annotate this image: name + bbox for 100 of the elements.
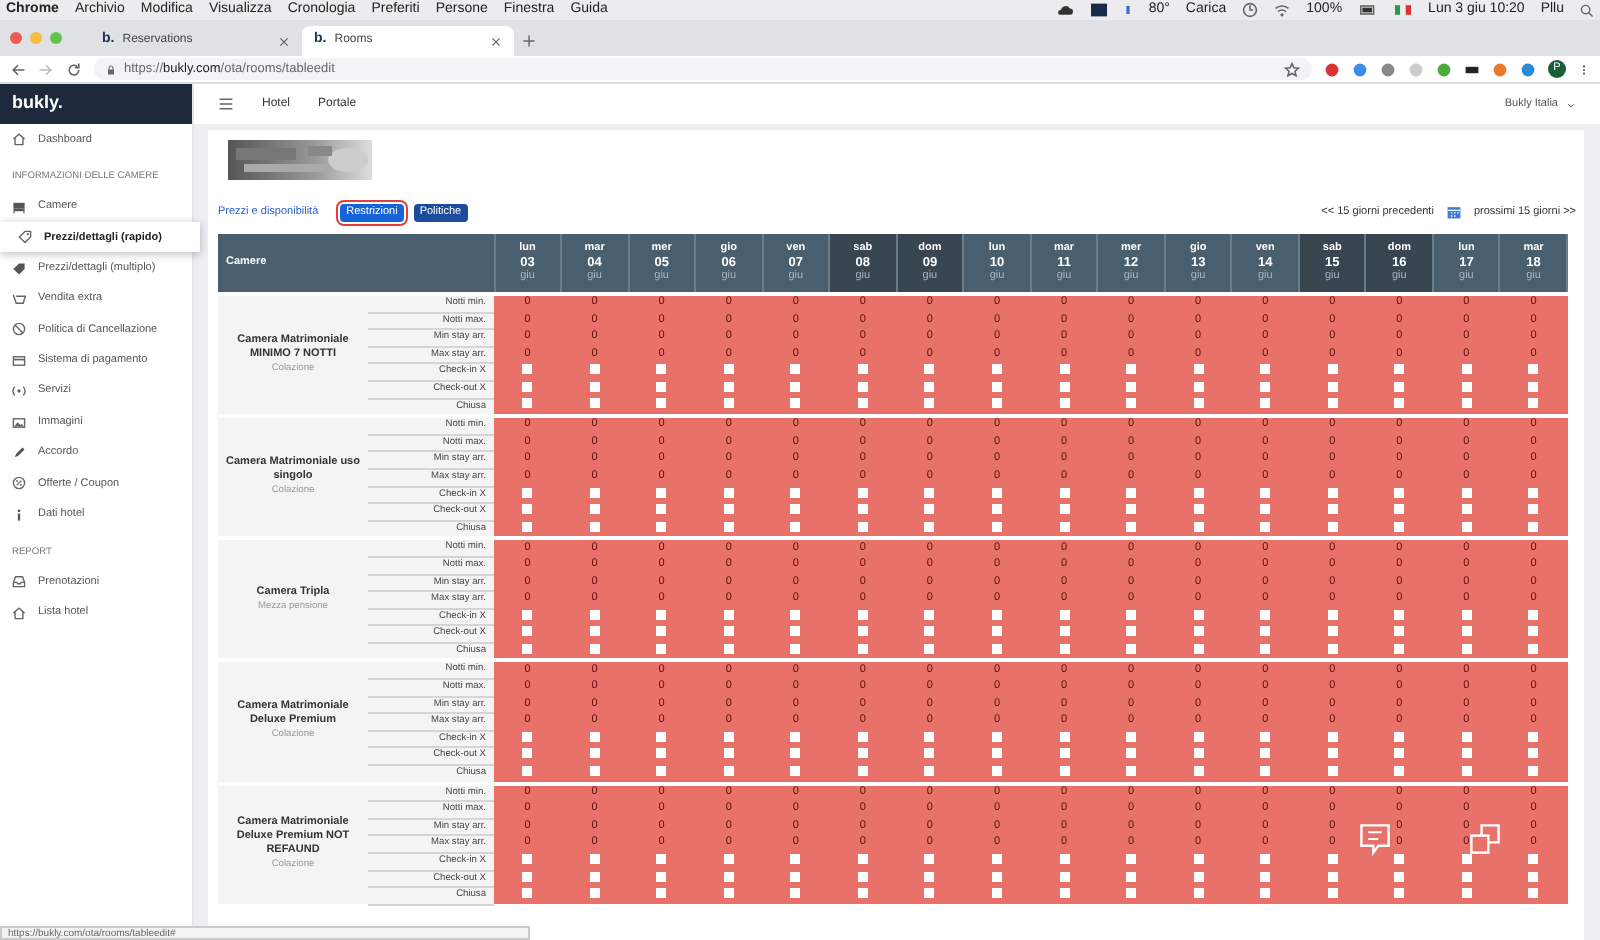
checkbox[interactable] [1528,504,1539,515]
checkbox[interactable] [1528,731,1539,742]
checkbox[interactable] [522,748,533,759]
checkbox[interactable] [991,748,1002,759]
checkbox[interactable] [1126,487,1137,498]
checkbox[interactable] [522,504,533,515]
checkbox[interactable] [1394,643,1405,654]
checkbox[interactable] [790,765,801,776]
checkbox[interactable] [1126,888,1137,899]
checkbox[interactable] [656,748,667,759]
checkbox[interactable] [1327,504,1338,515]
checkbox[interactable] [924,487,935,498]
checkbox[interactable] [656,765,667,776]
checkbox[interactable] [1126,521,1137,532]
checkbox[interactable] [723,731,734,742]
pop-out-icon[interactable] [1468,822,1502,856]
checkbox[interactable] [1260,888,1271,899]
checkbox[interactable] [924,504,935,515]
checkbox[interactable] [1528,487,1539,498]
checkbox[interactable] [656,626,667,637]
checkbox[interactable] [1394,765,1405,776]
checkbox[interactable] [1327,398,1338,409]
checkbox[interactable] [1394,504,1405,515]
checkbox[interactable] [1193,643,1204,654]
cloud-icon[interactable] [1056,2,1075,18]
checkbox[interactable] [522,364,533,375]
checkbox[interactable] [1394,487,1405,498]
checkbox[interactable] [1528,888,1539,899]
checkbox[interactable] [1327,765,1338,776]
checkbox[interactable] [589,854,600,865]
checkbox[interactable] [857,765,868,776]
checkbox[interactable] [1260,643,1271,654]
checkbox[interactable] [1394,731,1405,742]
checkbox[interactable] [589,609,600,620]
checkbox[interactable] [1193,398,1204,409]
checkbox[interactable] [1126,748,1137,759]
checkbox[interactable] [1260,487,1271,498]
checkbox[interactable] [723,643,734,654]
checkbox[interactable] [991,521,1002,532]
checkbox[interactable] [1327,382,1338,393]
checkbox[interactable] [857,888,868,899]
checkbox[interactable] [1394,748,1405,759]
back-icon[interactable] [10,61,26,77]
checkbox[interactable] [656,504,667,515]
checkbox[interactable] [1193,888,1204,899]
checkbox[interactable] [1327,609,1338,620]
checkbox[interactable] [924,871,935,882]
checkbox[interactable] [1193,854,1204,865]
checkbox[interactable] [924,521,935,532]
checkbox[interactable] [1260,748,1271,759]
checkbox[interactable] [1461,854,1472,865]
checkbox[interactable] [1528,643,1539,654]
checkbox[interactable] [656,871,667,882]
checkbox[interactable] [1059,382,1070,393]
checkbox[interactable] [991,888,1002,899]
checkbox[interactable] [1528,609,1539,620]
checkbox[interactable] [1528,748,1539,759]
checkbox[interactable] [1059,626,1070,637]
checkbox[interactable] [656,521,667,532]
checkbox[interactable] [1126,765,1137,776]
checkbox[interactable] [1528,765,1539,776]
checkbox[interactable] [522,609,533,620]
checkbox[interactable] [723,888,734,899]
checkbox[interactable] [723,398,734,409]
checkbox[interactable] [1461,398,1472,409]
checkbox[interactable] [1059,765,1070,776]
checkbox[interactable] [857,854,868,865]
checkbox[interactable] [1260,609,1271,620]
checkbox[interactable] [1260,382,1271,393]
checkbox[interactable] [1193,731,1204,742]
checkbox[interactable] [790,487,801,498]
checkbox[interactable] [924,765,935,776]
checkbox[interactable] [991,871,1002,882]
checkbox[interactable] [723,854,734,865]
checkbox[interactable] [656,487,667,498]
checkbox[interactable] [1126,626,1137,637]
checkbox[interactable] [857,731,868,742]
checkbox[interactable] [656,609,667,620]
checkbox[interactable] [790,364,801,375]
checkbox[interactable] [589,487,600,498]
checkbox[interactable] [1327,521,1338,532]
checkbox[interactable] [1327,626,1338,637]
checkbox[interactable] [522,398,533,409]
checkbox[interactable] [790,731,801,742]
checkbox[interactable] [522,854,533,865]
checkbox[interactable] [723,748,734,759]
search-icon[interactable] [1580,3,1594,17]
checkbox[interactable] [1260,765,1271,776]
checkbox[interactable] [1193,364,1204,375]
checkbox[interactable] [1126,854,1137,865]
checkbox[interactable] [589,382,600,393]
close-icon[interactable] [278,35,290,47]
checkbox[interactable] [589,765,600,776]
checkbox[interactable] [1059,748,1070,759]
checkbox[interactable] [1260,521,1271,532]
checkbox[interactable] [1059,504,1070,515]
checkbox[interactable] [1327,731,1338,742]
checkbox[interactable] [589,643,600,654]
checkbox[interactable] [723,487,734,498]
checkbox[interactable] [522,731,533,742]
